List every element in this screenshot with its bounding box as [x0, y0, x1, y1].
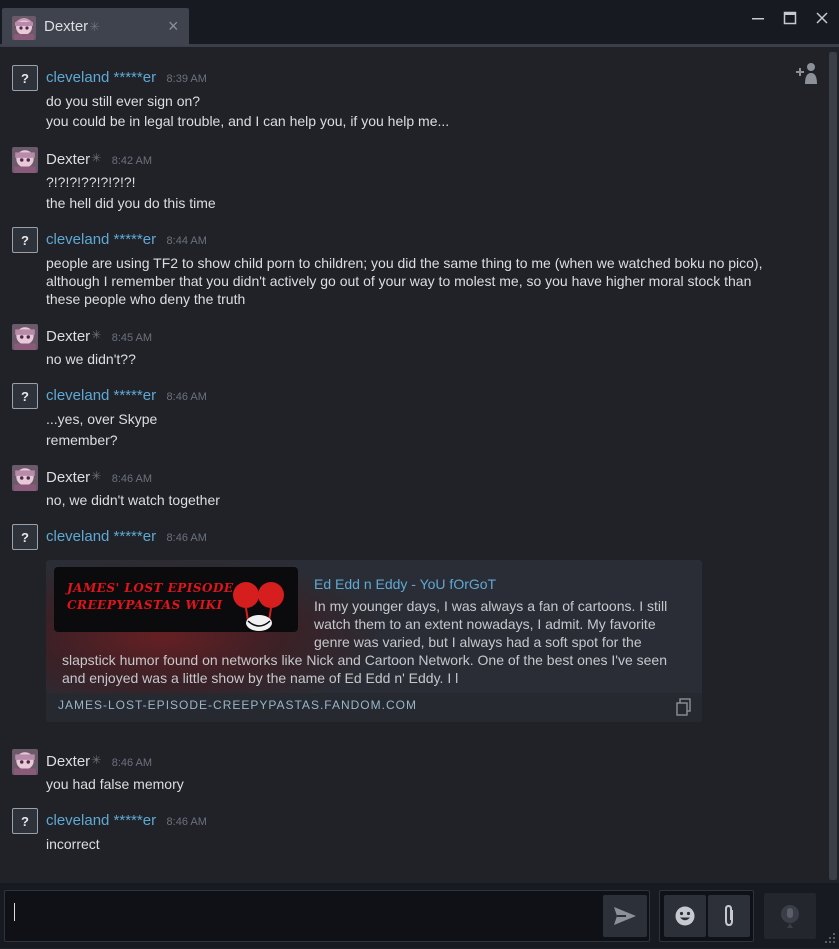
anime-avatar-icon[interactable]	[12, 147, 38, 173]
link-domain[interactable]: JAMES-LOST-EPISODE-CREEPYPASTAS.FANDOM.C…	[58, 698, 417, 712]
star-icon: ✳	[91, 328, 102, 342]
sender-name[interactable]: Dexter	[46, 469, 90, 486]
link-preview-card[interactable]: JAMES' LOST EPISODE CREEPYPASTAS WIKI Ed…	[46, 560, 702, 722]
message-header: cleveland *****er 8:46 AM	[46, 528, 207, 546]
composer-tools	[659, 890, 754, 942]
sender-name[interactable]: cleveland *****er	[46, 812, 156, 829]
question-mark-avatar-icon[interactable]: ?	[12, 383, 38, 409]
scrollbar-thumb[interactable]	[829, 52, 837, 880]
sender-name[interactable]: cleveland *****er	[46, 231, 156, 248]
star-icon: ✳	[91, 469, 102, 483]
balloon-face-icon	[233, 582, 284, 631]
message-line: do you still ever sign on?	[46, 93, 201, 109]
timestamp: 8:39 AM	[166, 73, 207, 85]
copy-link-icon[interactable]	[674, 697, 694, 717]
star-icon: ✳	[91, 151, 102, 165]
voice-button[interactable]	[764, 893, 816, 939]
sender-name[interactable]: cleveland *****er	[46, 387, 156, 404]
timestamp: 8:46 AM	[166, 532, 207, 544]
message-line: the hell did you do this time	[46, 195, 216, 211]
message-line: no we didn't??	[46, 351, 136, 367]
add-friend-icon[interactable]	[793, 60, 821, 86]
attach-button[interactable]	[708, 895, 750, 937]
message-header: Dexter✳ 8:46 AM	[46, 753, 152, 771]
message-header: cleveland *****er 8:46 AM	[46, 812, 207, 830]
tab-title: Dexter✳	[44, 18, 101, 35]
send-icon	[614, 907, 636, 925]
message-input[interactable]	[4, 890, 650, 942]
link-thumbnail[interactable]: JAMES' LOST EPISODE CREEPYPASTAS WIKI	[54, 567, 298, 632]
message-line: ...yes, over Skype	[46, 411, 158, 427]
message-header: Dexter✳ 8:46 AM	[46, 469, 152, 487]
emoji-button[interactable]	[664, 895, 706, 937]
timestamp: 8:46 AM	[166, 816, 207, 828]
question-mark-avatar-icon[interactable]: ?	[12, 808, 38, 834]
message-header: Dexter✳ 8:45 AM	[46, 328, 152, 346]
close-icon[interactable]: ×	[168, 16, 179, 37]
resize-grip-icon[interactable]	[822, 930, 836, 944]
question-mark-avatar-icon[interactable]: ?	[12, 524, 38, 550]
anime-avatar-icon[interactable]	[12, 465, 38, 491]
star-icon: ✳	[89, 19, 101, 34]
window-close-icon[interactable]	[811, 7, 833, 29]
sender-name[interactable]: Dexter	[46, 753, 90, 770]
send-button[interactable]	[603, 895, 647, 937]
timestamp: 8:46 AM	[111, 757, 153, 769]
message-line: incorrect	[46, 836, 100, 852]
link-title[interactable]: Ed Edd n Eddy - YoU fOrGoT	[314, 576, 496, 592]
sender-name[interactable]: Dexter	[46, 151, 90, 168]
timestamp: 8:46 AM	[166, 391, 207, 403]
emoji-icon	[675, 906, 695, 926]
maximize-icon[interactable]	[779, 7, 801, 29]
message-line: ?!?!?!??!?!?!?!	[46, 174, 136, 190]
message-line: no, we didn't watch together	[46, 492, 220, 508]
sender-name[interactable]: cleveland *****er	[46, 69, 156, 86]
timestamp: 8:44 AM	[166, 235, 207, 247]
message-header: Dexter✳ 8:42 AM	[46, 151, 152, 169]
message-line: remember?	[46, 432, 118, 448]
message-line: people are using TF2 to show child porn …	[46, 255, 763, 307]
question-mark-avatar-icon[interactable]: ?	[12, 227, 38, 253]
message-line: you could be in legal trouble, and I can…	[46, 113, 450, 129]
chat-log[interactable]: ? cleveland *****er 8:39 AM do you still…	[0, 47, 828, 883]
anime-avatar-icon	[12, 16, 36, 40]
minimize-icon[interactable]	[747, 7, 769, 29]
timestamp: 8:46 AM	[111, 473, 153, 485]
anime-avatar-icon[interactable]	[12, 749, 38, 775]
thumbnail-wordmark: JAMES' LOST EPISODE CREEPYPASTAS WIKI	[67, 581, 234, 612]
sender-name[interactable]: cleveland *****er	[46, 528, 156, 545]
paperclip-icon	[725, 904, 733, 927]
link-description-continued: slapstick humor found on networks like N…	[62, 652, 667, 686]
chat-tab-dexter[interactable]: Dexter✳ ×	[2, 8, 189, 46]
link-description: In my younger days, I was always a fan o…	[314, 598, 668, 650]
link-footer: JAMES-LOST-EPISODE-CREEPYPASTAS.FANDOM.C…	[46, 693, 702, 722]
message-header: cleveland *****er 8:46 AM	[46, 387, 207, 405]
timestamp: 8:42 AM	[111, 155, 153, 167]
chat-scrollbar[interactable]	[829, 52, 837, 880]
star-icon: ✳	[91, 753, 102, 767]
sender-name[interactable]: Dexter	[46, 328, 90, 345]
message-header: cleveland *****er 8:39 AM	[46, 69, 207, 87]
message-header: cleveland *****er 8:44 AM	[46, 231, 207, 249]
message-line: you had false memory	[46, 776, 184, 792]
microphone-icon	[781, 905, 799, 928]
text-caret	[14, 903, 15, 921]
timestamp: 8:45 AM	[111, 332, 153, 344]
question-mark-avatar-icon[interactable]: ?	[12, 65, 38, 91]
anime-avatar-icon[interactable]	[12, 324, 38, 350]
